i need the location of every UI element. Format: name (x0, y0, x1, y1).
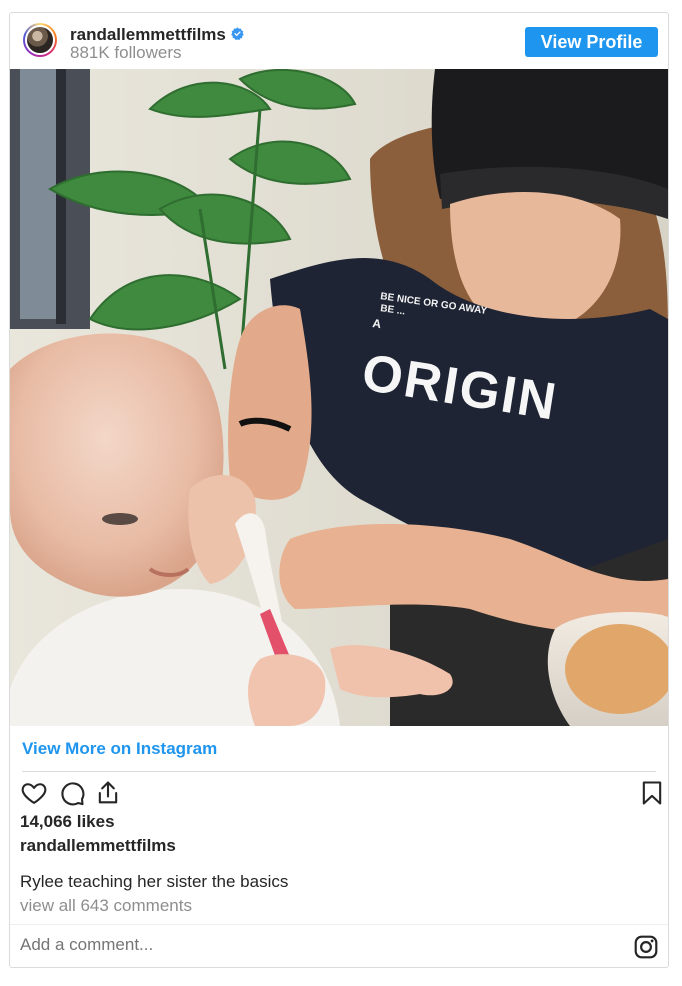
instagram-embed-card: randallemmettfilms 881K followers View P… (9, 12, 669, 968)
heart-icon[interactable] (20, 779, 48, 807)
like-count[interactable]: 14,066 likes (20, 812, 115, 832)
post-photo: BE NICE OR GO AWAY BE ... A ORIGIN (10, 69, 668, 726)
profile-avatar[interactable] (23, 23, 57, 57)
comment-icon[interactable] (58, 779, 86, 807)
divider (22, 771, 656, 772)
instagram-icon[interactable] (633, 934, 659, 960)
divider (10, 924, 668, 925)
view-profile-button[interactable]: View Profile (525, 27, 658, 57)
post-image[interactable]: BE NICE OR GO AWAY BE ... A ORIGIN (10, 69, 668, 726)
post-header: randallemmettfilms 881K followers View P… (10, 13, 668, 69)
verified-badge-icon (231, 27, 244, 40)
avatar-image (25, 25, 55, 55)
username-text[interactable]: randallemmettfilms (70, 25, 226, 44)
action-bar (18, 779, 662, 807)
profile-username[interactable]: randallemmettfilms (70, 25, 244, 45)
bookmark-icon[interactable] (638, 779, 666, 807)
caption-username[interactable]: randallemmettfilms (20, 836, 176, 856)
post-caption: Rylee teaching her sister the basics (20, 872, 289, 891)
view-comments-link[interactable]: view all 643 comments (20, 896, 192, 916)
add-comment-input[interactable] (20, 935, 620, 955)
view-more-link[interactable]: View More on Instagram (22, 739, 217, 759)
share-icon[interactable] (94, 779, 122, 807)
follower-count: 881K followers (70, 43, 182, 62)
